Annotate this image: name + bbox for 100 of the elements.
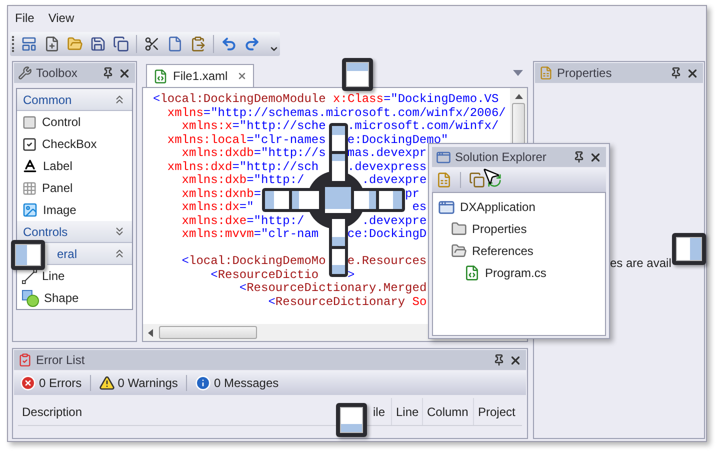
scroll-left-icon[interactable]	[148, 328, 153, 336]
code-text: .devexpre	[362, 174, 427, 188]
code-text: xmlns:dxnb=	[182, 188, 262, 201]
panel-title: Properties	[557, 65, 613, 82]
toolbox-item[interactable]: Label	[17, 155, 132, 177]
line-icon	[22, 268, 37, 284]
code-text: xmlns:local="clr-names	[167, 134, 326, 147]
code-file-icon	[464, 265, 480, 281]
code-text: xmlns:dxe="http:/	[182, 214, 304, 228]
code-text: xmlns:mvvm="clr-nam	[182, 228, 319, 242]
folder-icon	[451, 243, 467, 259]
pin-icon[interactable]	[493, 354, 505, 366]
panel-title: Error List	[36, 352, 86, 369]
panel-title: Toolbox	[36, 65, 78, 82]
dock-guide-icon[interactable]	[342, 58, 373, 91]
warning-icon	[98, 375, 115, 391]
properties-icon	[539, 66, 553, 80]
pin-icon[interactable]	[573, 151, 585, 163]
toolbox-item[interactable]: CheckBox	[17, 133, 132, 155]
tree-item[interactable]: DXApplication	[433, 196, 605, 218]
checkbox-icon	[22, 136, 37, 152]
pin-icon[interactable]	[102, 67, 114, 79]
code-text: mas.devexpr	[347, 147, 427, 160]
clipboard-icon	[18, 353, 32, 367]
code-text: xmlns:dx="	[182, 201, 254, 214]
pin-icon[interactable]	[670, 67, 682, 79]
editor-tab[interactable]: File1.xaml	[146, 64, 254, 87]
info-icon	[194, 375, 211, 391]
folder-icon	[451, 221, 467, 237]
toolbox-item[interactable]: Image	[17, 199, 132, 221]
close-icon[interactable]	[118, 66, 131, 80]
code-text: e.Resources	[347, 255, 427, 268]
tree-item[interactable]: Properties	[433, 218, 605, 240]
column-header[interactable]: Description	[18, 398, 340, 425]
code-text: <ResourceDictionary So	[268, 296, 427, 309]
toolbox-item[interactable]: Shape	[17, 287, 132, 309]
code-file-icon	[153, 68, 168, 84]
code-text: xmlns:dxdb="http://s	[182, 147, 326, 160]
collapse-icon[interactable]	[113, 93, 126, 106]
code-text: xmlns:dxd="http://sch	[167, 160, 319, 174]
scroll-up-icon[interactable]	[514, 94, 522, 99]
code-text: .devexpress	[347, 160, 427, 174]
filter-button[interactable]: 0 Messages	[194, 374, 279, 392]
close-icon[interactable]	[686, 66, 699, 80]
close-icon[interactable]	[589, 150, 602, 164]
code-text: <local:DockingDemoMo	[182, 255, 326, 268]
new-file-icon[interactable]	[44, 36, 60, 52]
dropdown-icon[interactable]	[513, 70, 523, 76]
undo-icon[interactable]	[221, 36, 237, 52]
paste-icon[interactable]	[190, 36, 206, 52]
properties-icon[interactable]	[436, 172, 452, 188]
panel-title: Solution Explorer	[455, 149, 548, 166]
code-text: <ResourceDictionary.Merged	[239, 282, 427, 296]
toolbox-item[interactable]: Control	[17, 111, 132, 133]
menu-item[interactable]: File	[15, 9, 34, 27]
mouse-pointer-icon	[481, 166, 501, 186]
scroll-thumb[interactable]	[159, 326, 257, 339]
toolbox-item[interactable]: Line	[17, 265, 132, 287]
dock-guide-icon[interactable]	[11, 240, 45, 270]
code-text: es	[412, 201, 427, 214]
column-header[interactable]: Column	[422, 398, 473, 425]
overflow-icon[interactable]	[269, 44, 279, 54]
close-icon[interactable]	[509, 354, 522, 366]
refresh-icon[interactable]	[487, 172, 502, 188]
save-icon[interactable]	[90, 36, 106, 52]
group-header[interactable]: Common	[17, 89, 132, 111]
code-text: xmlns="http://schemas.microsoft.com/winfx/2006/	[167, 106, 506, 120]
code-text: xmlns:dxb="http:/	[182, 174, 304, 188]
cut-icon[interactable]	[144, 36, 160, 52]
code-text: .devexpre	[362, 214, 427, 228]
panel-icon	[22, 180, 37, 196]
tree-item[interactable]: References	[433, 240, 605, 262]
code-text: <ResourceDictio	[210, 268, 319, 282]
tools-icon	[18, 66, 32, 80]
toolbox-item[interactable]: Panel	[17, 177, 132, 199]
group-header[interactable]: Controls	[17, 221, 132, 243]
control-icon	[22, 114, 37, 130]
close-icon[interactable]	[236, 71, 247, 81]
image-icon	[22, 202, 38, 218]
code-text: <local:DockingDemoModule x:Class="DockingDemo.VS	[153, 93, 499, 106]
collapse-icon[interactable]	[113, 247, 126, 260]
column-header[interactable]: Line	[391, 398, 422, 425]
code-text: >	[347, 268, 355, 282]
redo-icon[interactable]	[244, 36, 260, 52]
column-header[interactable]: ile	[373, 398, 391, 425]
code-text: xmlns:x="http://sche	[182, 120, 326, 134]
dock-guide-icon[interactable]	[672, 233, 706, 265]
filter-button[interactable]: 0 Warnings	[98, 374, 178, 392]
group-header[interactable]: eral	[47, 243, 132, 265]
menu-item[interactable]: View	[48, 9, 74, 27]
column-header[interactable]: Project	[473, 398, 522, 425]
tree-item[interactable]: Program.cs	[433, 262, 605, 284]
code-text: ce:DockingD	[347, 228, 427, 242]
filter-button[interactable]: 0 Errors	[20, 374, 82, 392]
dock-guide-icon[interactable]	[336, 403, 367, 437]
application-icon	[436, 150, 451, 164]
label-icon	[22, 158, 38, 174]
application-icon	[438, 198, 455, 216]
expand-icon[interactable]	[113, 225, 126, 238]
open-folder-icon[interactable]	[67, 36, 83, 52]
